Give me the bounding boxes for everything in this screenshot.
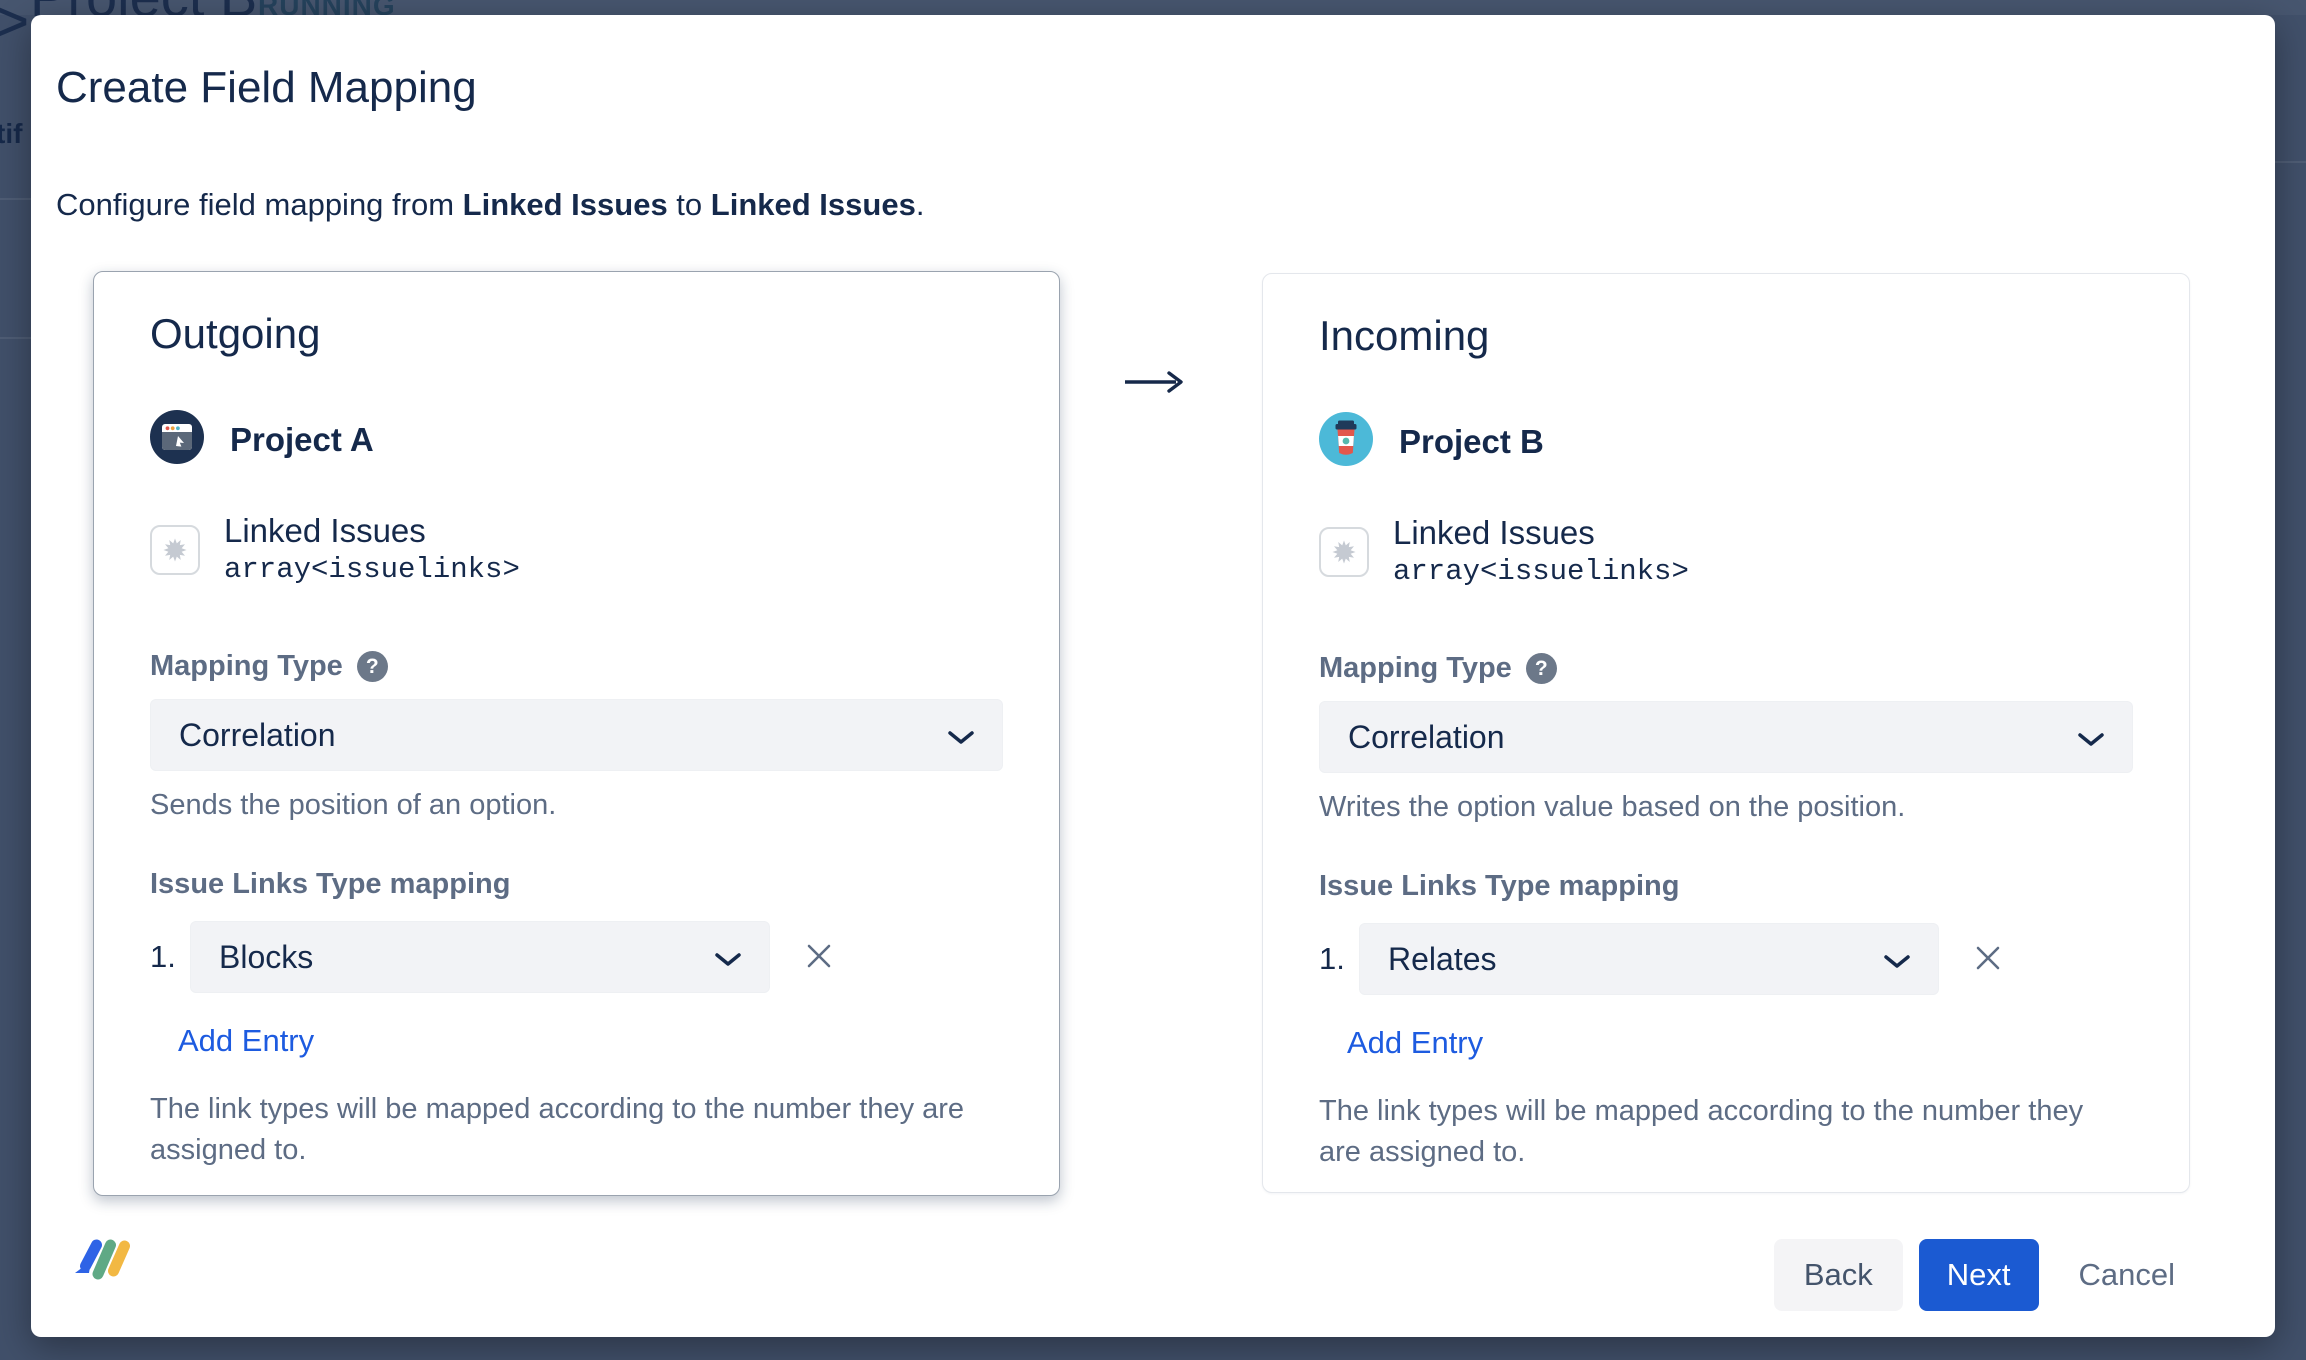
mapping-type-value: Correlation bbox=[179, 717, 336, 754]
field-type: array<issuelinks> bbox=[1393, 555, 1689, 588]
field-name: Linked Issues bbox=[1393, 515, 1689, 551]
mapping-type-label: Mapping Type bbox=[1319, 652, 1512, 685]
links-mapping-note: The link types will be mapped according … bbox=[1319, 1091, 2133, 1172]
subtitle-text: Configure field mapping from bbox=[56, 187, 463, 222]
field-type: array<issuelinks> bbox=[224, 553, 520, 586]
subtitle-text: to bbox=[668, 187, 711, 222]
outgoing-panel: Outgoing Project A bbox=[93, 271, 1060, 1196]
chevron-down-icon bbox=[715, 939, 741, 976]
dialog-footer-buttons: Back Next Cancel bbox=[1774, 1239, 2175, 1311]
chevron-down-icon bbox=[948, 717, 974, 754]
link-type-value: Blocks bbox=[219, 939, 313, 976]
mapping-type-select[interactable]: Correlation bbox=[1319, 701, 2133, 773]
mapping-type-help-text: Sends the position of an option. bbox=[150, 789, 1003, 822]
coffee-cup-icon bbox=[1319, 412, 1373, 471]
exalate-logo bbox=[72, 1238, 138, 1301]
mapping-type-value: Correlation bbox=[1348, 719, 1505, 756]
background-divider bbox=[0, 337, 31, 339]
add-entry-link[interactable]: Add Entry bbox=[178, 1023, 314, 1059]
project-row: Project B bbox=[1319, 412, 2133, 471]
link-type-select[interactable]: Blocks bbox=[190, 921, 770, 993]
x-icon bbox=[804, 941, 834, 974]
links-mapping-note: The link types will be mapped according … bbox=[150, 1089, 990, 1170]
right-arrow-icon bbox=[1123, 368, 1187, 401]
subtitle-from-field: Linked Issues bbox=[463, 187, 668, 222]
next-button[interactable]: Next bbox=[1919, 1239, 2039, 1311]
mapping-type-select[interactable]: Correlation bbox=[150, 699, 1003, 771]
mapping-type-help-text: Writes the option value based on the pos… bbox=[1319, 791, 2133, 824]
background-divider bbox=[2275, 161, 2306, 163]
entry-number: 1. bbox=[150, 939, 190, 975]
breadcrumb-chevron: > bbox=[0, 0, 29, 58]
cancel-button[interactable]: Cancel bbox=[2079, 1257, 2176, 1293]
chevron-down-icon bbox=[1884, 941, 1910, 978]
link-type-entry-row: 1. Relates bbox=[1319, 923, 2133, 995]
field-row: Linked Issues array<issuelinks> bbox=[1319, 515, 2133, 588]
background-divider bbox=[0, 198, 31, 200]
panel-direction-title: Incoming bbox=[1319, 312, 2133, 360]
create-field-mapping-dialog: Create Field Mapping Configure field map… bbox=[31, 15, 2275, 1337]
dialog-title: Create Field Mapping bbox=[56, 63, 477, 113]
link-type-select[interactable]: Relates bbox=[1359, 923, 1939, 995]
remove-entry-button[interactable] bbox=[1973, 943, 2003, 976]
project-name: Project A bbox=[230, 421, 374, 459]
browser-window-icon bbox=[150, 410, 204, 469]
issue-links-mapping-label: Issue Links Type mapping bbox=[1319, 870, 2133, 903]
add-entry-link[interactable]: Add Entry bbox=[1347, 1025, 1483, 1061]
project-row: Project A bbox=[150, 410, 1003, 469]
mapping-type-label: Mapping Type bbox=[150, 650, 343, 683]
back-button[interactable]: Back bbox=[1774, 1239, 1903, 1311]
project-name: Project B bbox=[1399, 423, 1544, 461]
subtitle-text: . bbox=[916, 187, 925, 222]
field-name: Linked Issues bbox=[224, 513, 520, 549]
panel-direction-title: Outgoing bbox=[150, 310, 1003, 358]
mapping-type-label-row: Mapping Type ? bbox=[1319, 652, 2133, 685]
entry-number: 1. bbox=[1319, 941, 1359, 977]
link-type-value: Relates bbox=[1388, 941, 1497, 978]
question-mark-icon[interactable]: ? bbox=[1526, 653, 1557, 684]
issue-links-mapping-label: Issue Links Type mapping bbox=[150, 868, 1003, 901]
incoming-panel: Incoming Project B Li bbox=[1262, 273, 2190, 1193]
field-info: Linked Issues array<issuelinks> bbox=[224, 513, 520, 586]
remove-entry-button[interactable] bbox=[804, 941, 834, 974]
chevron-down-icon bbox=[2078, 719, 2104, 756]
question-mark-icon[interactable]: ? bbox=[357, 651, 388, 682]
x-icon bbox=[1973, 943, 2003, 976]
field-info: Linked Issues array<issuelinks> bbox=[1393, 515, 1689, 588]
background-text-fragment: tif bbox=[0, 118, 22, 150]
starburst-icon bbox=[1319, 527, 1369, 577]
link-type-entry-row: 1. Blocks bbox=[150, 921, 1003, 993]
subtitle-to-field: Linked Issues bbox=[711, 187, 916, 222]
mapping-type-label-row: Mapping Type ? bbox=[150, 650, 1003, 683]
starburst-icon bbox=[150, 525, 200, 575]
dialog-subtitle: Configure field mapping from Linked Issu… bbox=[56, 187, 924, 223]
field-row: Linked Issues array<issuelinks> bbox=[150, 513, 1003, 586]
